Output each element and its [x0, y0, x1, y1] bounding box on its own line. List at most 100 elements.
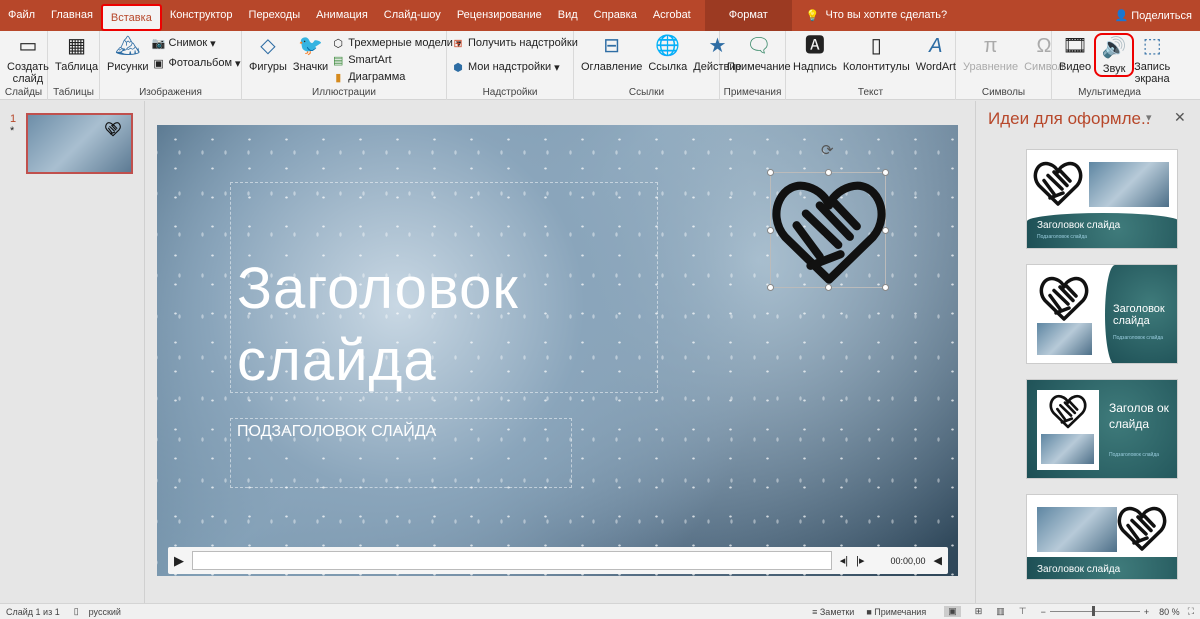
tab-view[interactable]: Вид [550, 0, 586, 31]
photo-album-button[interactable]: ▣ Фотоальбом ▾ [152, 55, 240, 71]
wordart-button[interactable]: A WordArt [913, 33, 959, 73]
tab-acrobat[interactable]: Acrobat [645, 0, 699, 31]
tab-file[interactable]: Файл [0, 0, 43, 31]
slide-count: Слайд 1 из 1 [6, 606, 60, 617]
notes-button[interactable]: ≡ Заметки [812, 607, 854, 617]
resize-handle[interactable] [767, 284, 774, 291]
screenshot-button[interactable]: 📷 Снимок ▾ [152, 35, 241, 51]
resize-handle[interactable] [825, 284, 832, 291]
zoom-button[interactable]: ⊟ Оглавление [578, 33, 645, 73]
close-icon[interactable]: ✕ [1174, 109, 1186, 126]
wordart-label: WordArt [915, 61, 956, 73]
comment-button[interactable]: 🗨 Примечание [724, 33, 794, 73]
tab-help[interactable]: Справка [586, 0, 645, 31]
comment-icon: 🗨 [746, 35, 772, 57]
design-idea-3[interactable]: Заголов ок слайда Подзаголовок слайда [1026, 379, 1178, 479]
group-label: Ссылки [628, 87, 665, 98]
tab-format[interactable]: Формат [704, 0, 792, 31]
reading-view-icon[interactable]: ▥ [996, 606, 1005, 617]
resize-handle[interactable] [825, 169, 832, 176]
screen-record-button[interactable]: ⬚ Запись экрана [1134, 33, 1170, 85]
screen-record-icon: ⬚ [1142, 35, 1162, 57]
icons-button[interactable]: 🐦 Значки [290, 33, 331, 73]
smartart-label: SmartArt [348, 54, 392, 66]
header-footer-button[interactable]: ▯ Колонтитулы [840, 33, 913, 73]
table-button[interactable]: ▦ Таблица [52, 33, 101, 73]
tab-insert[interactable]: Вставка [100, 4, 162, 31]
pane-options-icon[interactable]: ▾ [1146, 111, 1152, 124]
slideshow-icon[interactable]: ⊤ [1019, 606, 1027, 617]
slide-thumbnail-1[interactable] [26, 113, 133, 174]
album-label: Фотоальбом [168, 57, 233, 69]
step-forward-icon[interactable]: |▸ [856, 554, 864, 567]
get-addins-button[interactable]: ⊞ Получить надстройки [451, 35, 578, 51]
new-slide-icon: ▭ [18, 35, 38, 57]
album-icon: ▣ [153, 57, 164, 70]
resize-handle[interactable] [882, 227, 889, 234]
shapes-button[interactable]: ◇ Фигуры [246, 33, 290, 73]
tell-me[interactable]: 💡 Что вы хотите сделать? [806, 9, 947, 22]
designer-pane: Идеи для оформле.. ▾ ✕ Заголовок слайда … [975, 101, 1200, 603]
group-label: Таблицы [53, 87, 94, 98]
new-slide-label: Создать слайд [7, 61, 49, 85]
tab-home[interactable]: Главная [43, 0, 101, 31]
design-idea-4[interactable]: Заголовок слайда [1026, 494, 1178, 580]
tab-slideshow[interactable]: Слайд-шоу [376, 0, 449, 31]
play-icon[interactable]: ▶ [174, 553, 184, 569]
group-tables: ▦ Таблица Таблицы [48, 31, 100, 100]
language[interactable]: русский [89, 607, 121, 617]
my-addins-button[interactable]: ⬢ Мои надстройки ▾ [451, 59, 578, 75]
zoom-level[interactable]: 80 % [1159, 607, 1180, 617]
tab-animations[interactable]: Анимация [308, 0, 376, 31]
group-label: Слайды [4, 87, 43, 98]
resize-handle[interactable] [767, 169, 774, 176]
tab-design[interactable]: Конструктор [162, 0, 241, 31]
ribbon-tabs: Файл Главная Вставка Конструктор Переход… [0, 0, 1200, 31]
textbox-button[interactable]: 🅰 Надпись [790, 33, 840, 73]
pi-icon: π [983, 35, 998, 57]
resize-handle[interactable] [882, 169, 889, 176]
volume-icon[interactable]: ◀ [934, 554, 942, 567]
normal-view-icon[interactable]: ▣ [944, 606, 961, 617]
media-player: ▶ ◂| |▸ 00:00,00 ◀ [168, 547, 948, 574]
heart-hand-icon [771, 173, 887, 289]
camera-icon: 📷 [151, 37, 166, 50]
resize-handle[interactable] [882, 284, 889, 291]
shapes-icon: ◇ [260, 35, 276, 57]
link-button[interactable]: 🌐 Ссылка [645, 33, 690, 73]
audio-button[interactable]: 🔊 Звук [1094, 33, 1135, 77]
comments-button[interactable]: ■ Примечания [866, 607, 926, 617]
teal-band [1027, 213, 1177, 248]
3d-models-button[interactable]: ⬡ Трехмерные модели ▾ [331, 35, 461, 51]
tab-transitions[interactable]: Переходы [241, 0, 309, 31]
design-idea-2[interactable]: Заголовок слайда Подзаголовок слайда [1026, 264, 1178, 364]
smartart-button[interactable]: ▤ SmartArt [331, 52, 461, 68]
fit-slide-icon[interactable]: ⛶ [1188, 606, 1194, 617]
spellcheck-icon[interactable]: ▯ [74, 606, 79, 617]
card-title: Заголов ок слайда [1109, 401, 1169, 431]
group-links: ⊟ Оглавление 🌐 Ссылка ★ Действие Ссылки [574, 31, 742, 100]
slide-sorter-icon[interactable]: ⊞ [975, 606, 983, 617]
new-slide-button[interactable]: ▭ Создать слайд [4, 33, 52, 85]
rotate-handle-icon[interactable]: ⟳ [821, 141, 834, 159]
equation-button[interactable]: π Уравнение [960, 33, 1021, 73]
group-label: Символы [981, 87, 1026, 98]
pictures-button[interactable]: 🏔 Рисунки [104, 33, 152, 73]
media-progress-track[interactable] [192, 551, 832, 570]
selected-icon[interactable]: ⟳ [767, 142, 889, 291]
resize-handle[interactable] [767, 227, 774, 234]
lightbulb-icon: 💡 [805, 10, 820, 22]
textbox-label: Надпись [793, 61, 837, 73]
photo [1089, 162, 1169, 207]
slide-thumbnails: 1 * [0, 101, 145, 603]
chart-button[interactable]: ▮ Диаграмма [331, 69, 461, 85]
zoom-slider[interactable] [1049, 606, 1140, 616]
photo [1037, 507, 1117, 552]
share-button[interactable]: 👤 Поделиться [1114, 9, 1192, 22]
zoom-out-button[interactable]: − [1041, 607, 1046, 617]
design-idea-1[interactable]: Заголовок слайда Подзаголовок слайда [1026, 149, 1178, 249]
zoom-in-button[interactable]: + [1144, 607, 1149, 617]
step-back-icon[interactable]: ◂| [840, 554, 848, 567]
video-button[interactable]: 🎞 Видео [1056, 33, 1094, 73]
tab-review[interactable]: Рецензирование [449, 0, 550, 31]
